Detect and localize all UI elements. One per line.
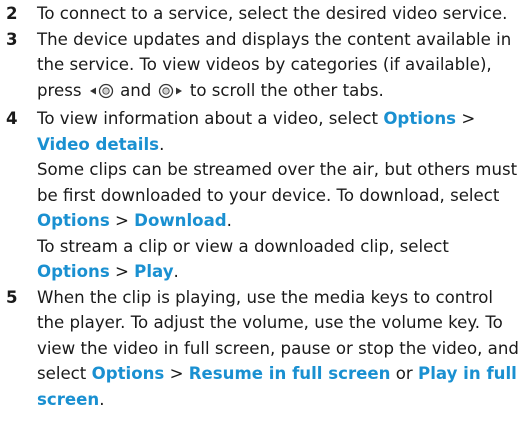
download-menu-ref: Download xyxy=(134,211,227,230)
video-details-menu-ref: Video details xyxy=(37,134,160,154)
step-4-paragraph-3: To stream a clip or view a downloaded cl… xyxy=(37,234,525,285)
step-number: 4 xyxy=(6,109,18,128)
scroll-right-key-icon xyxy=(157,81,185,107)
period: . xyxy=(226,211,232,230)
menu-separator: > xyxy=(169,364,184,383)
play-menu-ref: Play xyxy=(134,262,174,281)
period: . xyxy=(159,134,165,154)
step-4-paragraph-1: To view information about a video, selec… xyxy=(37,106,525,157)
options-menu-ref: Options xyxy=(37,211,110,230)
step-number: 3 xyxy=(6,29,18,49)
step-text: To connect to a service, select the desi… xyxy=(37,1,525,27)
step-3: 3 The device updates and displays the co… xyxy=(6,27,525,107)
or-text: or xyxy=(395,364,413,383)
menu-separator: > xyxy=(461,109,476,128)
scroll-left-key-icon xyxy=(87,81,115,107)
options-menu-ref: Options xyxy=(37,262,110,281)
step-number: 2 xyxy=(6,4,18,23)
options-menu-ref: Options xyxy=(383,109,457,128)
period: . xyxy=(99,389,105,409)
period: . xyxy=(173,262,179,281)
step-text: To view information about a video, selec… xyxy=(37,106,525,285)
paragraph-text: To view information about a video, selec… xyxy=(37,109,379,128)
paragraph-text: Some clips can be streamed over the air,… xyxy=(37,160,518,205)
instructions-document: 2 To connect to a service, select the de… xyxy=(0,0,525,412)
options-menu-ref: Options xyxy=(91,364,165,383)
menu-separator: > xyxy=(114,211,129,230)
step-4: 4 To view information about a video, sel… xyxy=(6,106,525,285)
menu-separator: > xyxy=(114,262,129,281)
paragraph-text: To stream a clip or view a downloaded cl… xyxy=(37,236,449,256)
step-4-paragraph-2: Some clips can be streamed over the air,… xyxy=(37,157,525,234)
step-3-text-c: to scroll the other tabs. xyxy=(189,80,384,100)
resume-full-screen-menu-ref: Resume in full screen xyxy=(188,364,391,383)
step-text: When the clip is playing, use the media … xyxy=(37,285,525,413)
step-number: 5 xyxy=(6,287,18,307)
step-text: The device updates and displays the cont… xyxy=(37,27,525,107)
step-5: 5 When the clip is playing, use the medi… xyxy=(6,285,525,413)
step-3-text-b: and xyxy=(120,80,152,100)
step-2-text: To connect to a service, select the desi… xyxy=(37,4,508,23)
step-2: 2 To connect to a service, select the de… xyxy=(6,1,525,27)
